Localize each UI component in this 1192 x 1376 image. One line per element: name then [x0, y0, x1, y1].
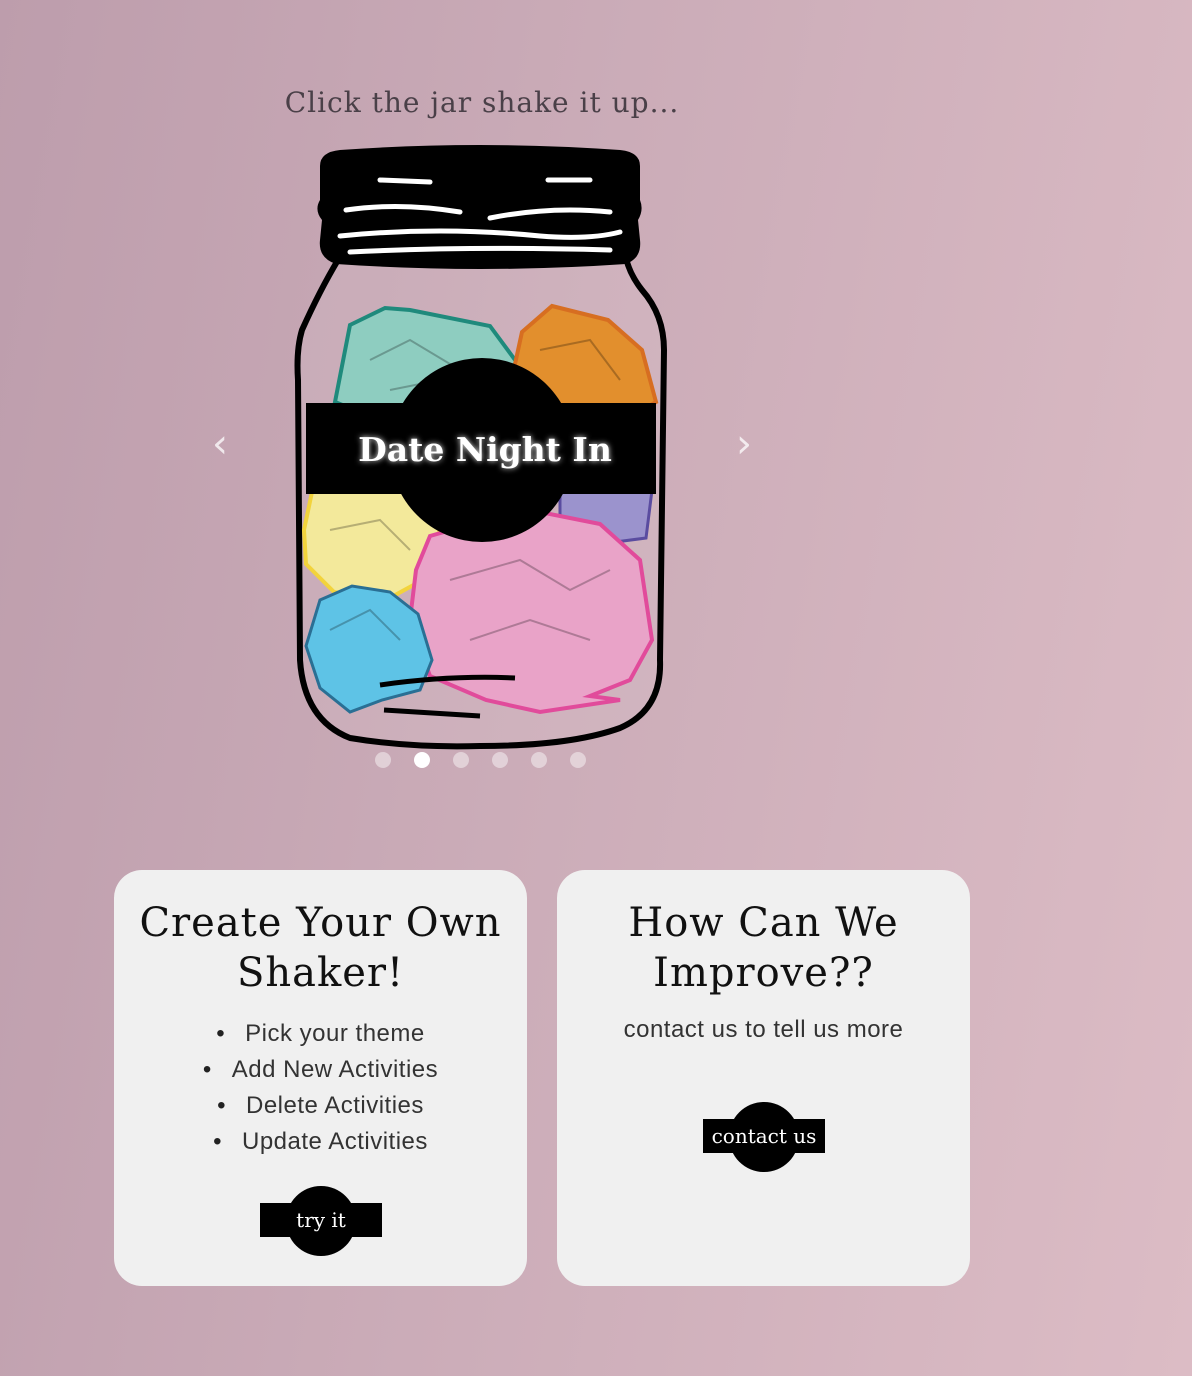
chevron-right-icon[interactable]: › [724, 424, 764, 464]
carousel-dot-4[interactable] [492, 752, 508, 768]
create-card-title: Create Your Own Shaker! [139, 900, 502, 996]
carousel-indicators [375, 752, 586, 768]
improve-card: How Can We Improve?? contact us to tell … [557, 870, 970, 1286]
carousel-dot-1[interactable] [375, 752, 391, 768]
feature-list: Pick your theme Add New Activities Delet… [114, 1016, 527, 1160]
feature-item: Update Activities [114, 1124, 527, 1160]
feature-item: Add New Activities [114, 1052, 527, 1088]
try-it-button[interactable]: try it [260, 1186, 382, 1256]
carousel-dot-5[interactable] [531, 752, 547, 768]
feature-item: Pick your theme [114, 1016, 527, 1052]
jar-shaker[interactable]: Date Night In [290, 140, 680, 750]
carousel-dot-6[interactable] [570, 752, 586, 768]
create-shaker-card: Create Your Own Shaker! Pick your theme … [114, 870, 527, 1286]
improve-card-title: How Can We Improve?? [628, 900, 899, 996]
carousel-dot-2[interactable] [414, 752, 430, 768]
contact-us-label: contact us [711, 1124, 817, 1148]
contact-us-button[interactable]: contact us [703, 1102, 825, 1172]
feature-item: Delete Activities [114, 1088, 527, 1124]
jar-label: Date Night In [358, 430, 612, 469]
try-it-label: try it [296, 1208, 346, 1232]
improve-card-text: contact us to tell us more [623, 1016, 904, 1043]
carousel-dot-3[interactable] [453, 752, 469, 768]
shake-hint: Click the jar shake it up... [284, 86, 680, 119]
chevron-left-icon[interactable]: ‹ [200, 424, 240, 464]
